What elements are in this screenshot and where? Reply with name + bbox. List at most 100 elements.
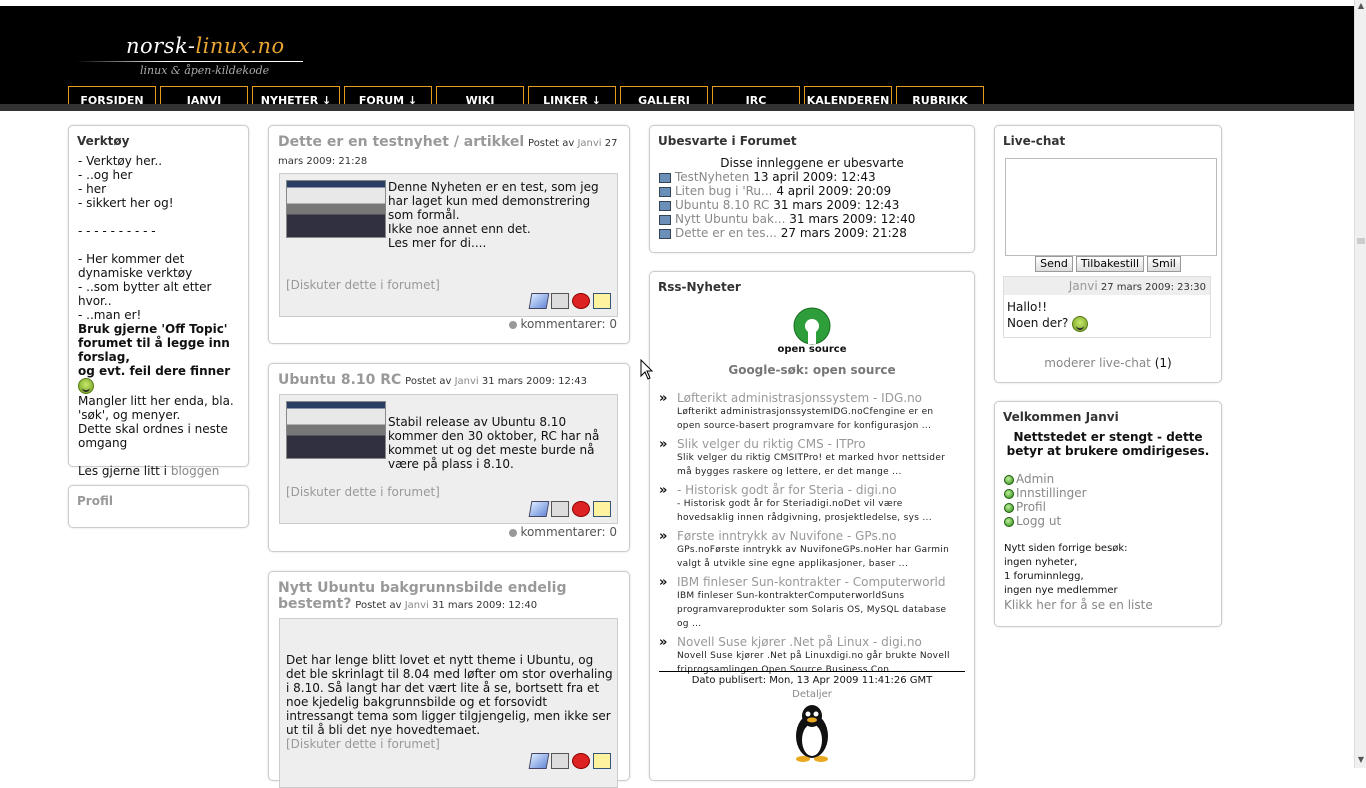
rss-link[interactable]: Slik velger du riktig CMS - ITPro	[677, 437, 866, 451]
chat-text: Hallo!!	[1007, 300, 1048, 314]
page-scrollbar[interactable]: ▲ ▼	[1354, 0, 1366, 768]
scroll-down-icon[interactable]: ▼	[1355, 754, 1366, 766]
news-title[interactable]: Dette er en testnyhet / artikkel	[278, 134, 524, 150]
chat-message: Janvi 27 mars 2009: 23:30 Hallo!! Noen d…	[1003, 276, 1211, 338]
rss-item: » Slik velger du riktig CMS - ITPro Slik v…	[659, 437, 959, 479]
delete-icon[interactable]	[572, 293, 590, 309]
chat-input[interactable]	[1005, 158, 1217, 256]
tools-box: Verktøy - Verktøy her.. - ..og her - her…	[68, 125, 249, 478]
tools-title: Verktøy	[77, 134, 130, 148]
rss-details-link[interactable]: Detaljer	[650, 689, 974, 700]
forum-item: Nytt Ubuntu bak... 31 mars 2009: 12:40	[659, 212, 974, 226]
blog-link[interactable]: bloggen	[171, 464, 220, 478]
discuss-link[interactable]: [Diskuter dette i forumet]	[286, 278, 440, 292]
smiley-icon	[78, 378, 94, 394]
rss-link[interactable]: Første inntrykk av Nuvifone - GPs.no	[677, 529, 896, 543]
logo-underline	[76, 61, 303, 62]
tools-line: - sikkert her og!	[78, 196, 174, 210]
rss-link[interactable]: Løfterikt administrasjonssystem - IDG.no	[677, 391, 922, 405]
send-button[interactable]: Send	[1035, 256, 1073, 272]
discuss-link[interactable]: [Diskuter dette i forumet]	[286, 737, 440, 751]
email-icon[interactable]	[528, 501, 550, 517]
logo-part1: norsk-	[126, 34, 196, 58]
email-icon[interactable]	[528, 753, 550, 769]
news-title[interactable]: Ubuntu 8.10 RC	[278, 372, 401, 388]
tools-line: - ..og her	[78, 168, 133, 182]
topic-icon	[659, 200, 671, 211]
moderate-link[interactable]: moderer live-chat	[1044, 356, 1151, 370]
list-link[interactable]: Klikk her for å se en liste	[1004, 598, 1153, 612]
green-dot-icon	[1004, 516, 1014, 527]
news-body: Denne Nyheten er en test, som jeg har la…	[279, 173, 618, 317]
since-label: Nytt siden forrige besøk:	[1004, 543, 1128, 554]
forum-box: Ubesvarte i Forumet Disse innleggene er …	[649, 125, 975, 253]
rss-divider	[659, 671, 965, 672]
news-meta: Postet av Janvi 31 mars 2009: 12:40	[355, 600, 537, 611]
mouse-cursor-icon	[640, 359, 654, 380]
comments-count[interactable]: kommentarer: 0	[509, 317, 617, 331]
nav-underbar	[0, 104, 1354, 111]
print-icon[interactable]	[551, 293, 569, 309]
chat-author-link[interactable]: Janvi	[1069, 279, 1098, 293]
tools-line: - Her kommer det dynamiske verktøy	[78, 252, 193, 280]
forum-item-link[interactable]: Nytt Ubuntu bak...	[675, 212, 785, 226]
since-forum: 1 foruminnlegg,	[1004, 571, 1084, 582]
news-thumbnail[interactable]	[286, 401, 386, 459]
rss-link[interactable]: - Historisk godt år for Steria - digi.no	[677, 483, 897, 497]
green-dot-icon	[1004, 502, 1014, 513]
welcome-box: Velkommen Janvi Nettstedet er stengt - d…	[994, 401, 1222, 627]
forum-item-link[interactable]: Ubuntu 8.10 RC	[675, 198, 769, 212]
profile-title[interactable]: Profil	[77, 494, 240, 508]
menu-logout[interactable]: Logg ut	[1004, 514, 1212, 528]
rss-link[interactable]: Novell Suse kjører .Net på Linux - digi.…	[677, 635, 922, 649]
rss-item: » Løfterikt administrasjonssystem - IDG.n…	[659, 391, 959, 433]
profile-box: Profil	[68, 485, 249, 528]
news-thumbnail[interactable]	[286, 180, 386, 238]
comment-dot-icon	[509, 320, 518, 329]
forum-item-link[interactable]: Liten bug i 'Ru...	[675, 184, 772, 198]
smile-button[interactable]: Smil	[1147, 256, 1181, 272]
delete-icon[interactable]	[572, 501, 590, 517]
discuss-link[interactable]: [Diskuter dette i forumet]	[286, 485, 440, 499]
print-icon[interactable]	[551, 753, 569, 769]
delete-icon[interactable]	[572, 753, 590, 769]
since-last-visit: Nytt siden forrige besøk: ingen nyheter,…	[995, 528, 1221, 614]
tools-line: - Verktøy her..	[78, 154, 163, 168]
rss-desc: GPs.noFørste inntrykk av NuvifoneGPs.noH…	[677, 545, 950, 569]
reset-button[interactable]: Tilbakestill	[1075, 256, 1145, 272]
rss-desc: IBM finleser Sun-kontrakterComputerworld…	[677, 591, 947, 629]
edit-icon[interactable]	[593, 501, 611, 517]
forum-item: Liten bug i 'Ru... 4 april 2009: 20:09	[659, 184, 974, 198]
print-icon[interactable]	[551, 501, 569, 517]
scroll-up-icon[interactable]: ▲	[1355, 0, 1366, 12]
news-date: 31 mars 2009: 12:43	[481, 376, 587, 387]
since-members: ingen nye medlemmer	[1004, 585, 1118, 596]
bullet-icon: »	[659, 529, 668, 544]
forum-item-link[interactable]: TestNyheten	[675, 170, 749, 184]
author-link[interactable]: Janvi	[405, 600, 429, 611]
green-dot-icon	[1004, 474, 1014, 485]
livechat-box: Live-chat Send Tilbakestill Smil Janvi 2…	[994, 125, 1222, 383]
user-menu: Admin Innstillinger Profil Logg ut	[995, 458, 1221, 528]
site-closed-notice: Nettstedet er stengt - dette betyr at br…	[1006, 430, 1210, 458]
bullet-icon: »	[659, 635, 668, 650]
rss-link[interactable]: IBM finleser Sun-kontrakter - Computerwo…	[677, 575, 945, 589]
edit-icon[interactable]	[593, 753, 611, 769]
comments-count[interactable]: kommentarer: 0	[509, 525, 617, 539]
rss-feed-title[interactable]: Google-søk: open source	[650, 363, 974, 377]
rss-desc: Novell Suse kjører .Net på Linuxdigi.no …	[677, 651, 950, 675]
menu-admin[interactable]: Admin	[1004, 472, 1212, 486]
tools-separator: - - - - - - - - - -	[78, 224, 156, 238]
smiley-icon	[1072, 315, 1089, 332]
menu-settings[interactable]: Innstillinger	[1004, 486, 1212, 500]
author-link[interactable]: Janvi	[577, 138, 601, 149]
rss-desc: - Historisk godt år for Steriadigi.noDet…	[677, 499, 932, 523]
email-icon[interactable]	[528, 293, 550, 309]
news-text: Denne Nyheten er en test, som jeg har la…	[388, 180, 599, 250]
author-link[interactable]: Janvi	[455, 376, 479, 387]
scroll-thumb[interactable]	[1357, 238, 1365, 244]
forum-item-link[interactable]: Dette er en tes...	[675, 226, 777, 240]
menu-profile[interactable]: Profil	[1004, 500, 1212, 514]
edit-icon[interactable]	[593, 293, 611, 309]
site-logo[interactable]: norsk-linux.no linux & åpen-kildekode	[76, 34, 306, 79]
